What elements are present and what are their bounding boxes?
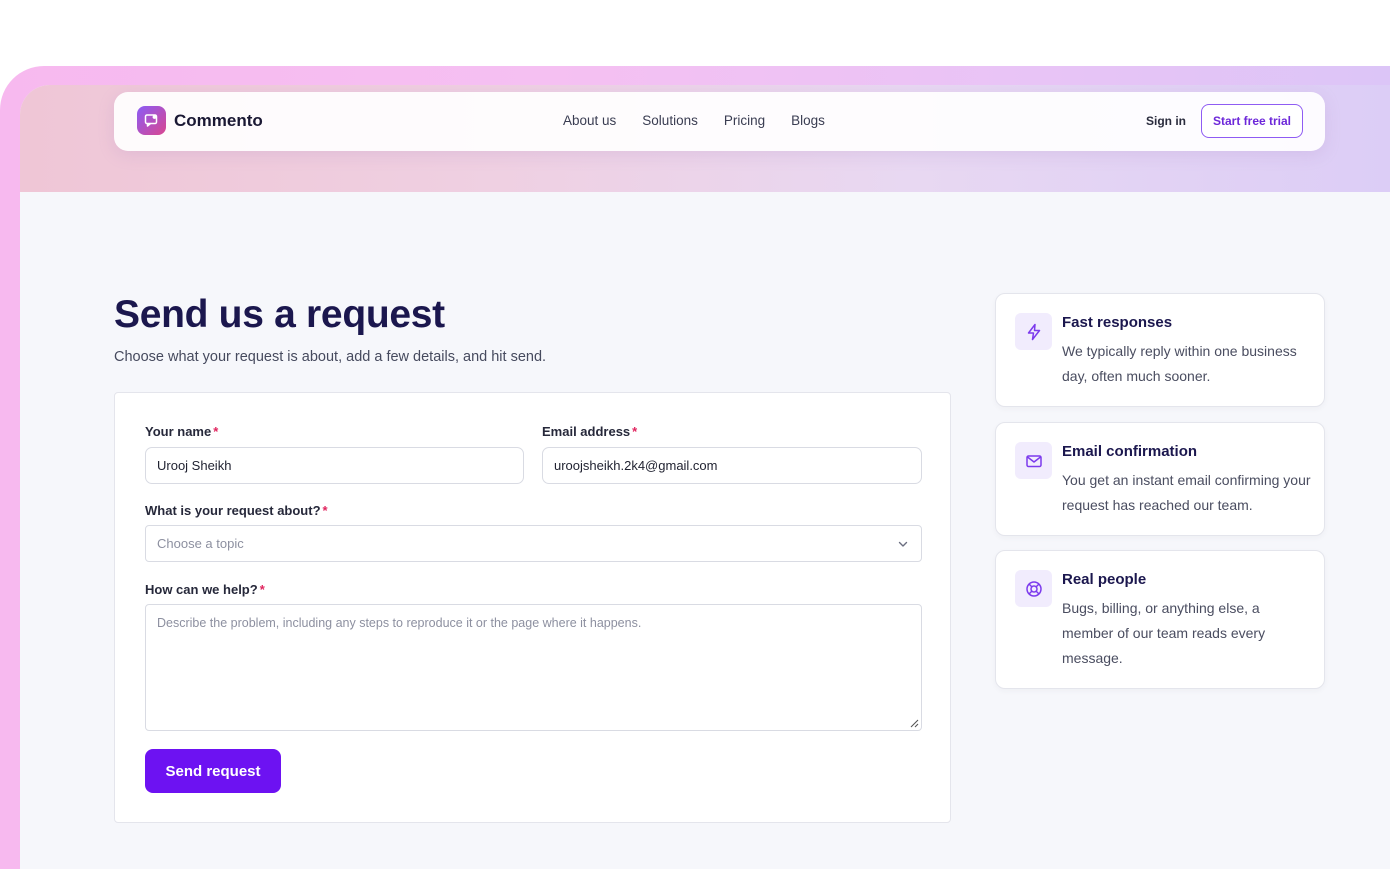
- required-mark: *: [632, 424, 638, 439]
- name-label-text: Your name: [145, 424, 212, 439]
- help-label-text: How can we help?: [145, 582, 258, 597]
- topic-select[interactable]: Choose a topic: [145, 525, 922, 562]
- help-label: How can we help? *: [145, 582, 265, 597]
- topic-label: What is your request about? *: [145, 503, 328, 518]
- resize-handle-icon[interactable]: [909, 718, 919, 728]
- email-label-text: Email address: [542, 424, 631, 439]
- help-textarea[interactable]: Describe the problem, including any step…: [145, 604, 922, 731]
- page-title: Send us a request: [114, 293, 445, 336]
- info-card-real-people: Real people Bugs, billing, or anything e…: [995, 550, 1325, 689]
- nav-blogs[interactable]: Blogs: [791, 113, 825, 128]
- required-mark: *: [322, 503, 328, 518]
- topic-select-placeholder: Choose a topic: [157, 536, 244, 551]
- brand-logo[interactable]: Commento: [137, 106, 263, 135]
- lightning-icon: [1015, 313, 1052, 350]
- send-request-button[interactable]: Send request: [145, 749, 281, 793]
- start-free-trial-button[interactable]: Start free trial: [1201, 104, 1303, 138]
- nav-solutions[interactable]: Solutions: [642, 113, 698, 128]
- email-input-value: uroojsheikh.2k4@gmail.com: [554, 458, 718, 473]
- topic-label-text: What is your request about?: [145, 503, 321, 518]
- nav-links: About us Solutions Pricing Blogs: [563, 113, 825, 128]
- info-card-text: We typically reply within one business d…: [1062, 343, 1297, 384]
- page-subtitle: Choose what your request is about, add a…: [114, 349, 547, 365]
- required-mark: *: [259, 582, 265, 597]
- info-card-fast-responses: Fast responses We typically reply within…: [995, 293, 1325, 407]
- info-card-text: Bugs, billing, or anything else, a membe…: [1062, 600, 1266, 666]
- email-label: Email address *: [542, 424, 637, 439]
- required-mark: *: [213, 424, 219, 439]
- help-textarea-placeholder: Describe the problem, including any step…: [157, 616, 642, 630]
- name-input[interactable]: Urooj Sheikh: [145, 447, 524, 484]
- brand-name: Commento: [174, 110, 263, 130]
- info-card-title: Fast responses: [1062, 314, 1173, 331]
- email-input[interactable]: uroojsheikh.2k4@gmail.com: [542, 447, 922, 484]
- lifebuoy-icon: [1015, 570, 1052, 607]
- chevron-down-icon: [898, 541, 908, 547]
- app-screen: Commento About us Solutions Pricing Blog…: [20, 85, 1390, 869]
- top-navbar: Commento About us Solutions Pricing Blog…: [114, 92, 1325, 151]
- name-input-value: Urooj Sheikh: [157, 458, 232, 473]
- nav-pricing[interactable]: Pricing: [724, 113, 765, 128]
- name-label: Your name *: [145, 424, 218, 439]
- info-card-text: You get an instant email confirming your…: [1062, 472, 1311, 513]
- envelope-icon: [1015, 442, 1052, 479]
- nav-about-us[interactable]: About us: [563, 113, 616, 128]
- request-form: Your name * Urooj Sheikh Email address * u…: [114, 392, 951, 823]
- info-card-email-confirmation: Email confirmation You get an instant em…: [995, 422, 1325, 536]
- sign-in-link[interactable]: Sign in: [1146, 114, 1186, 128]
- info-card-title: Email confirmation: [1062, 443, 1198, 460]
- info-card-title: Real people: [1062, 571, 1147, 588]
- chat-bubble-icon: [137, 106, 166, 135]
